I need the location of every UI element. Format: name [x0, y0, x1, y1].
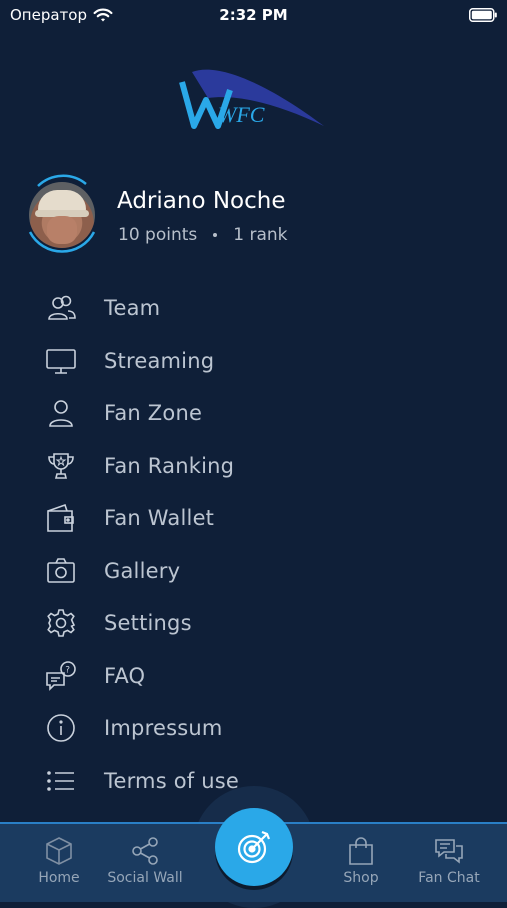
menu-item-team[interactable]: Team: [44, 282, 484, 335]
tab-fan-chat[interactable]: Fan Chat: [401, 832, 497, 886]
menu-item-fan-wallet[interactable]: Fan Wallet: [44, 492, 484, 545]
status-time: 2:32 PM: [219, 6, 288, 24]
chat-bubbles-icon: [401, 832, 497, 870]
user-icon: [44, 396, 78, 430]
target-icon: [237, 830, 271, 864]
camera-icon: [44, 554, 78, 588]
battery-icon: [469, 8, 497, 22]
menu-label-streaming: Streaming: [104, 348, 215, 373]
menu-item-gallery[interactable]: Gallery: [44, 545, 484, 598]
avatar-face: [47, 216, 77, 244]
separator-dot: [213, 233, 218, 237]
menu-label-gallery: Gallery: [104, 558, 181, 583]
tab-home[interactable]: Home: [11, 832, 107, 886]
tab-label-social-wall: Social Wall: [107, 870, 183, 886]
app-logo: WFC: [178, 64, 328, 144]
tab-label-shop: Shop: [343, 870, 379, 886]
center-action-button[interactable]: [215, 808, 293, 886]
monitor-icon: [44, 344, 78, 378]
menu-item-fan-zone[interactable]: Fan Zone: [44, 387, 484, 440]
side-menu: Team Streaming Fan Zone Fan Ranking Fan …: [44, 282, 484, 807]
wallet-icon: [44, 501, 78, 535]
gear-icon: [44, 606, 78, 640]
status-bar: Оператор 2:32 PM: [0, 0, 507, 32]
menu-label-terms: Terms of use: [104, 768, 240, 793]
profile-stats: 10 points 1 rank: [118, 225, 288, 245]
list-icon: [44, 764, 78, 798]
faq-chat-icon: ?: [44, 659, 78, 693]
menu-item-streaming[interactable]: Streaming: [44, 335, 484, 388]
tab-label-home: Home: [38, 870, 80, 886]
avatar[interactable]: [29, 182, 95, 248]
menu-item-settings[interactable]: Settings: [44, 597, 484, 650]
rank-label: 1 rank: [233, 225, 288, 245]
tab-shop[interactable]: Shop: [313, 832, 409, 886]
profile-header[interactable]: Adriano Noche 10 points 1 rank: [24, 172, 484, 262]
points-label: 10 points: [118, 225, 198, 245]
trophy-icon: [44, 449, 78, 483]
info-icon: [44, 711, 78, 745]
tab-label-fan-chat: Fan Chat: [418, 870, 480, 886]
home-cube-icon: [11, 832, 107, 870]
logo-text: WFC: [218, 102, 265, 127]
svg-text:?: ?: [65, 665, 70, 675]
menu-label-team: Team: [104, 296, 161, 321]
menu-item-fan-ranking[interactable]: Fan Ranking: [44, 440, 484, 493]
share-icon: [97, 832, 193, 870]
menu-item-impressum[interactable]: Impressum: [44, 702, 484, 755]
menu-label-fan-ranking: Fan Ranking: [104, 453, 235, 478]
wfc-logo-graphic: WFC: [179, 69, 324, 129]
team-icon: [44, 291, 78, 325]
menu-label-faq: FAQ: [104, 663, 146, 688]
menu-label-settings: Settings: [104, 611, 192, 636]
menu-label-impressum: Impressum: [104, 716, 223, 741]
shopping-bag-icon: [313, 832, 409, 870]
profile-name: Adriano Noche: [117, 188, 286, 214]
menu-label-fan-wallet: Fan Wallet: [104, 506, 215, 531]
menu-label-fan-zone: Fan Zone: [104, 401, 203, 426]
menu-item-faq[interactable]: ? FAQ: [44, 650, 484, 703]
tab-social-wall[interactable]: Social Wall: [97, 832, 193, 886]
